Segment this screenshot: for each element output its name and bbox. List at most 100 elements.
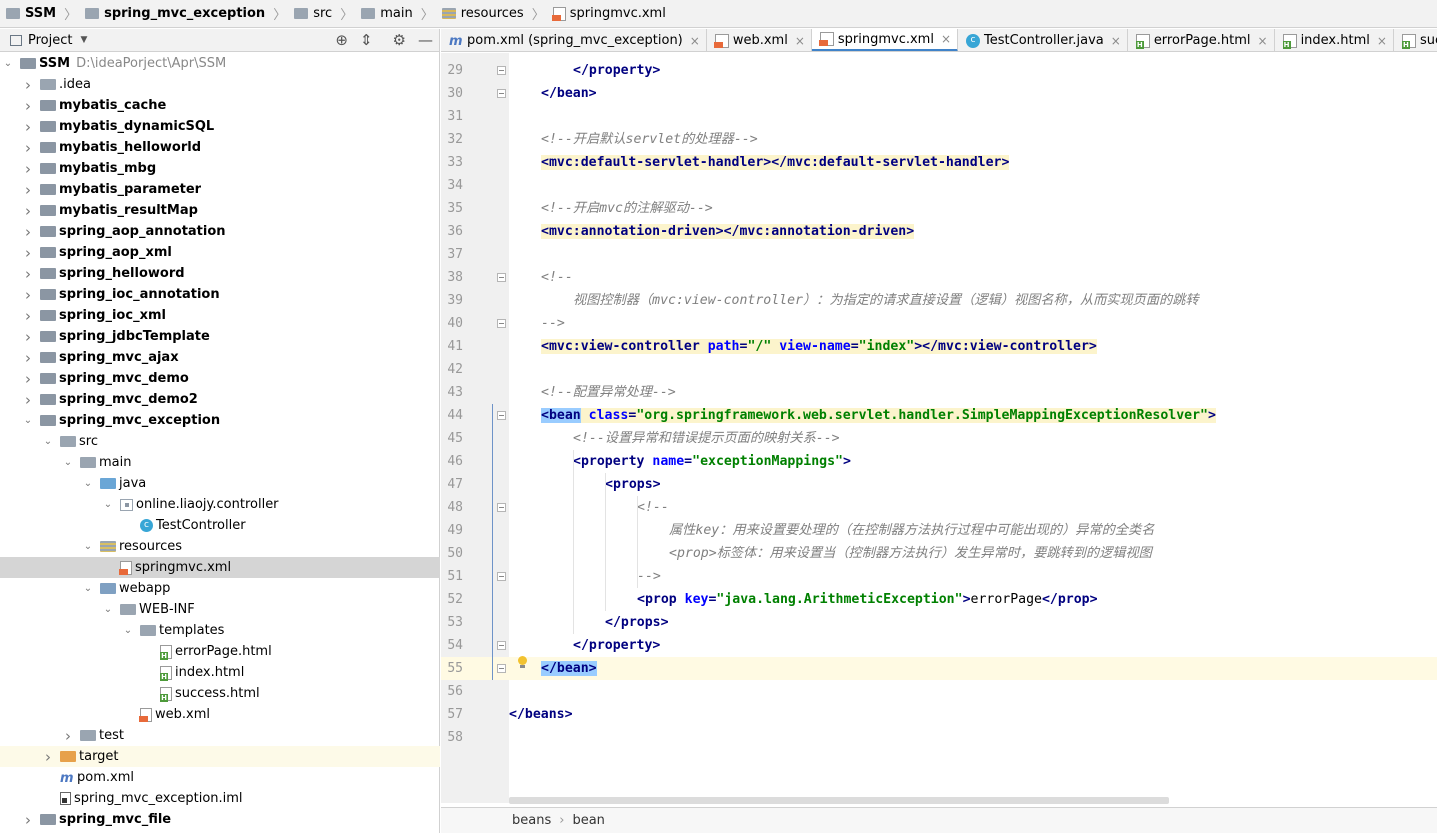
chevron-right-icon[interactable]: › xyxy=(22,160,34,178)
chevron-down-icon[interactable]: ⌄ xyxy=(62,457,74,468)
breadcrumb-file[interactable]: springmvc.xml xyxy=(551,6,668,21)
close-icon[interactable]: × xyxy=(1377,34,1387,48)
code-line[interactable]: <mvc:view-controller path="/" view-name=… xyxy=(541,335,1097,358)
chevron-right-icon[interactable]: › xyxy=(42,748,54,766)
close-icon[interactable]: × xyxy=(1258,34,1268,48)
chevron-down-icon[interactable]: ⌄ xyxy=(82,541,94,552)
tree-item[interactable]: ⌄ webapp xyxy=(0,578,440,599)
fold-marker-icon[interactable] xyxy=(497,664,506,673)
code-line[interactable]: <bean class="org.springframework.web.ser… xyxy=(541,404,1216,427)
tree-item[interactable]: ⌄ java xyxy=(0,473,440,494)
fold-marker-icon[interactable] xyxy=(497,572,506,581)
chevron-down-icon[interactable]: ▼ xyxy=(80,35,87,45)
chevron-right-icon[interactable]: › xyxy=(22,97,34,115)
tree-item[interactable]: ⌄ SSM D:\ideaPorject\Apr\SSM xyxy=(0,53,440,74)
tree-item[interactable]: › .idea xyxy=(0,74,440,95)
chevron-right-icon[interactable]: › xyxy=(22,244,34,262)
tree-item[interactable]: › mybatis_cache xyxy=(0,95,440,116)
chevron-down-icon[interactable]: ⌄ xyxy=(82,583,94,594)
fold-marker-icon[interactable] xyxy=(497,66,506,75)
fold-marker-icon[interactable] xyxy=(497,89,506,98)
tree-item[interactable]: › spring_mvc_ajax xyxy=(0,347,440,368)
fold-marker-icon[interactable] xyxy=(497,503,506,512)
code-line[interactable]: <!-- xyxy=(637,496,669,519)
tree-item[interactable]: › test xyxy=(0,725,440,746)
chevron-right-icon[interactable]: › xyxy=(22,223,34,241)
code-line[interactable]: </property> xyxy=(573,634,660,657)
chevron-down-icon[interactable]: ⌄ xyxy=(42,436,54,447)
code-line[interactable]: --> xyxy=(637,565,661,588)
editor-tab[interactable]: springmvc.xml × xyxy=(811,29,959,51)
tree-item[interactable]: spring_mvc_exception.iml xyxy=(0,788,440,809)
target-icon[interactable]: ⊕ xyxy=(335,31,348,49)
breadcrumb-module[interactable]: spring_mvc_exception xyxy=(83,6,267,21)
tree-item[interactable]: › spring_mvc_file xyxy=(0,809,440,830)
tree-item[interactable]: ⌄ online.liaojy.controller xyxy=(0,494,440,515)
tree-item[interactable]: › target xyxy=(0,746,440,767)
fold-marker-icon[interactable] xyxy=(497,411,506,420)
tree-item[interactable]: › spring_mvc_demo2 xyxy=(0,389,440,410)
chevron-right-icon[interactable]: › xyxy=(22,328,34,346)
chevron-right-icon[interactable]: › xyxy=(22,349,34,367)
tree-item[interactable]: › mybatis_dynamicSQL xyxy=(0,116,440,137)
tree-item[interactable]: › spring_helloword xyxy=(0,263,440,284)
chevron-down-icon[interactable]: ⌄ xyxy=(102,604,114,615)
editor-tab[interactable]: errorPage.html × xyxy=(1128,29,1275,51)
code-line[interactable]: </props> xyxy=(605,611,669,634)
close-icon[interactable]: × xyxy=(1111,34,1121,48)
lightbulb-icon[interactable] xyxy=(517,656,528,668)
code-line[interactable]: 属性key：用来设置要处理的（在控制器方法执行过程中可能出现的）异常的全类名 xyxy=(669,519,1154,542)
code-line[interactable]: <!-- xyxy=(541,266,573,289)
tree-item[interactable]: › spring_mvc_demo xyxy=(0,368,440,389)
gear-icon[interactable]: ⚙ xyxy=(393,31,406,49)
code-line[interactable]: <mvc:default-servlet-handler></mvc:defau… xyxy=(541,151,1010,174)
close-icon[interactable]: × xyxy=(795,34,805,48)
tree-item[interactable]: c TestController xyxy=(0,515,440,536)
breadcrumb-main[interactable]: main xyxy=(359,6,414,21)
tree-item[interactable]: errorPage.html xyxy=(0,641,440,662)
editor-tab[interactable]: success.html× xyxy=(1394,29,1437,51)
fold-marker-icon[interactable] xyxy=(497,641,506,650)
tree-item[interactable]: ⌄ main xyxy=(0,452,440,473)
chevron-right-icon[interactable]: › xyxy=(22,307,34,325)
xml-path-bean[interactable]: bean xyxy=(572,813,604,828)
code-line[interactable]: <prop key="java.lang.ArithmeticException… xyxy=(637,588,1098,611)
breadcrumb-ssm[interactable]: SSM xyxy=(4,6,58,21)
chevron-right-icon[interactable]: › xyxy=(22,181,34,199)
chevron-right-icon[interactable]: › xyxy=(22,139,34,157)
code-line[interactable]: </property> xyxy=(573,59,660,82)
code-line[interactable]: --> xyxy=(541,312,565,335)
tree-item[interactable]: ⌄ templates xyxy=(0,620,440,641)
chevron-right-icon[interactable]: › xyxy=(22,811,34,829)
xml-path-beans[interactable]: beans xyxy=(512,813,551,828)
tree-item[interactable]: › mybatis_resultMap xyxy=(0,200,440,221)
fold-marker-icon[interactable] xyxy=(497,273,506,282)
chevron-right-icon[interactable]: › xyxy=(22,118,34,136)
editor-tab[interactable]: web.xml × xyxy=(707,29,812,51)
code-line[interactable]: <props> xyxy=(605,473,661,496)
horizontal-scrollbar[interactable] xyxy=(509,797,1169,804)
code-line[interactable]: <prop>标签体：用来设置当（控制器方法执行）发生异常时，要跳转到的逻辑视图 xyxy=(669,542,1152,565)
tree-item[interactable]: › mybatis_parameter xyxy=(0,179,440,200)
chevron-right-icon[interactable]: › xyxy=(22,202,34,220)
chevron-down-icon[interactable]: ⌄ xyxy=(82,478,94,489)
tree-item[interactable]: ⌄ src xyxy=(0,431,440,452)
project-view-selector[interactable]: Project xyxy=(28,33,72,48)
code-line[interactable]: <mvc:annotation-driven></mvc:annotation-… xyxy=(541,220,915,243)
breadcrumb-resources[interactable]: resources xyxy=(440,6,526,21)
tree-item[interactable]: › mybatis_helloworld xyxy=(0,137,440,158)
tree-item[interactable]: success.html xyxy=(0,683,440,704)
code-line[interactable]: <!--设置异常和错误提示页面的映射关系--> xyxy=(573,427,840,450)
tree-item[interactable]: › spring_jdbcTemplate xyxy=(0,326,440,347)
tree-item[interactable]: › spring_aop_annotation xyxy=(0,221,440,242)
close-icon[interactable]: × xyxy=(690,34,700,48)
tree-item[interactable]: › spring_ioc_xml xyxy=(0,305,440,326)
editor-tab[interactable]: m pom.xml (spring_mvc_exception) × xyxy=(441,29,707,51)
chevron-right-icon[interactable]: › xyxy=(22,391,34,409)
code-line[interactable]: <!--开启默认servlet的处理器--> xyxy=(541,128,758,151)
chevron-right-icon[interactable]: › xyxy=(22,370,34,388)
minimize-icon[interactable]: — xyxy=(418,31,433,49)
tree-item[interactable]: m pom.xml xyxy=(0,767,440,788)
code-line[interactable]: <property name="exceptionMappings"> xyxy=(573,450,851,473)
tree-item[interactable]: › spring_aop_xml xyxy=(0,242,440,263)
